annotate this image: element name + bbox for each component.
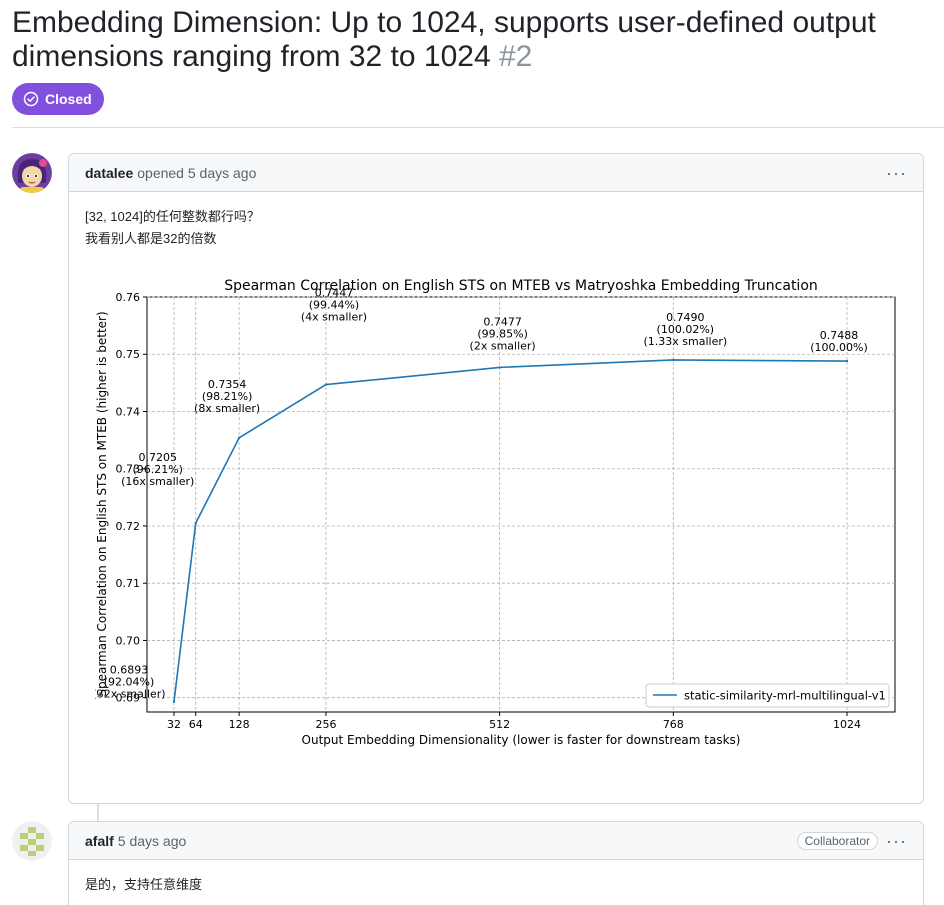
- data-label: (4x smaller): [301, 311, 367, 324]
- comment-timestamp[interactable]: opened 5 days ago: [137, 165, 256, 181]
- data-point: [194, 521, 197, 525]
- x-tick-label: 1024: [833, 718, 861, 731]
- x-tick-label: 32: [167, 718, 181, 731]
- x-axis-label: Output Embedding Dimensionality (lower i…: [302, 733, 741, 747]
- comment-body: 是的，支持任意维度: [69, 860, 923, 896]
- chart-image: Spearman Correlation on English STS on M…: [95, 274, 925, 749]
- issue-title: Embedding Dimension: Up to 1024, support…: [12, 6, 942, 74]
- comment-author-link[interactable]: datalee: [85, 165, 133, 181]
- x-tick-label: 64: [189, 718, 203, 731]
- y-tick-label: 0.70: [116, 634, 141, 647]
- x-tick-label: 512: [489, 718, 510, 731]
- comment-author-link[interactable]: afalf: [85, 833, 114, 849]
- plot-area: [146, 296, 896, 713]
- x-ticks: 32 64 128 256 512 768 1024: [167, 712, 861, 731]
- header-divider: [12, 127, 944, 128]
- y-ticks: 0.690.700.710.720.730.740.750.76: [116, 291, 147, 705]
- y-tick-label: 0.75: [116, 348, 141, 361]
- data-point: [845, 359, 849, 363]
- timeline-connector: [97, 804, 99, 822]
- issue-state-label: Closed: [45, 91, 92, 107]
- x-tick-label: 128: [229, 718, 250, 731]
- legend: static-similarity-mrl-multilingual-v1: [645, 683, 890, 708]
- data-label: (2x smaller): [470, 339, 536, 352]
- data-label: (8x smaller): [194, 402, 260, 415]
- line-chart: Spearman Correlation on English STS on M…: [95, 278, 896, 747]
- y-tick-label: 0.76: [116, 291, 141, 304]
- data-point: [324, 383, 328, 386]
- y-tick-label: 0.71: [116, 577, 141, 590]
- reply-comment: afalf 5 days ago Collaborator ··· 是的，支持任…: [68, 821, 924, 905]
- data-label: (16x smaller): [121, 475, 194, 488]
- data-label: (100.00%): [810, 341, 868, 354]
- comment-body-line: [32, 1024]的任何整数都行吗？: [85, 209, 260, 224]
- data-point: [237, 436, 241, 440]
- check-circle-icon: [23, 91, 39, 107]
- issue-state-badge: Closed: [12, 83, 104, 115]
- kebab-horizontal-icon[interactable]: ···: [886, 164, 907, 182]
- chart-title: Spearman Correlation on English STS on M…: [224, 278, 818, 294]
- y-tick-label: 0.74: [116, 405, 141, 418]
- legend-label: static-similarity-mrl-multilingual-v1: [684, 689, 886, 703]
- data-label: (1.33x smaller): [643, 335, 727, 348]
- issue-number: #2: [498, 40, 533, 73]
- y-tick-label: 0.72: [116, 520, 141, 533]
- comment-body-line: 我看别人都是32的倍数: [85, 231, 217, 246]
- data-point: [172, 700, 176, 703]
- y-axis-label: Spearman Correlation on English STS on M…: [95, 311, 109, 696]
- comment-header: datalee opened 5 days ago ···: [69, 154, 923, 192]
- issue-title-text: Embedding Dimension: Up to 1024, support…: [12, 6, 876, 73]
- comment-header: afalf 5 days ago Collaborator ···: [69, 822, 923, 860]
- data-point: [672, 358, 675, 362]
- user-avatar-icon[interactable]: [12, 153, 52, 193]
- issue-body-comment: datalee opened 5 days ago ··· [32, 1024]…: [68, 153, 924, 804]
- comment-body: [32, 1024]的任何整数都行吗？ 我看别人都是32的倍数: [69, 192, 923, 250]
- collaborator-badge: Collaborator: [796, 831, 879, 850]
- data-point: [498, 366, 501, 369]
- x-tick-label: 768: [663, 718, 684, 731]
- comment-body-line: 是的，支持任意维度: [85, 877, 203, 892]
- x-tick-label: 256: [315, 718, 336, 731]
- comment-timestamp[interactable]: 5 days ago: [118, 833, 187, 849]
- identicon-avatar-icon[interactable]: [12, 821, 52, 861]
- kebab-horizontal-icon[interactable]: ···: [886, 832, 907, 850]
